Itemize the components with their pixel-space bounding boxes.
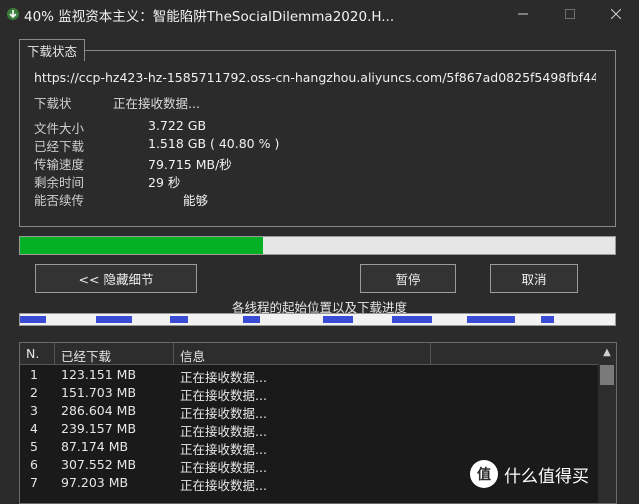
thread-number: 7 [30, 475, 38, 490]
column-header-downloaded[interactable]: 已经下载 [61, 346, 111, 365]
watermark: 值 什么值得买 [470, 460, 589, 488]
close-icon[interactable] [593, 0, 639, 28]
hide-details-button[interactable]: << 隐藏细节 [35, 264, 197, 293]
column-header-number[interactable]: N. [26, 346, 39, 361]
downloaded-label: 已经下载 [34, 139, 85, 154]
thread-segment [20, 316, 46, 323]
thread-downloaded: 286.604 MB [61, 403, 137, 418]
file-size-label: 文件大小 [34, 121, 85, 136]
scroll-up-arrow-icon[interactable]: ▲ [598, 343, 616, 361]
thread-segment [170, 316, 188, 323]
thread-segment [541, 316, 554, 323]
thread-number: 5 [30, 439, 38, 454]
pause-button[interactable]: 暂停 [360, 264, 456, 293]
column-divider[interactable] [54, 343, 55, 364]
thread-segment [467, 316, 515, 323]
cancel-button[interactable]: 取消 [490, 264, 578, 293]
thread-number: 2 [30, 385, 38, 400]
scroll-thumb[interactable] [600, 365, 614, 385]
thread-row[interactable]: 1 123.151 MB 正在接收数据... [20, 366, 598, 385]
thread-downloaded: 151.703 MB [61, 385, 137, 400]
download-progress-bar [19, 236, 616, 255]
thread-segment [323, 316, 353, 323]
progress-fill [20, 237, 263, 254]
status-value: 正在接收数据... [113, 96, 200, 111]
resume-label: 能否续传 [34, 193, 85, 208]
thread-row[interactable]: 3 286.604 MB 正在接收数据... [20, 402, 598, 421]
column-divider[interactable] [173, 343, 174, 364]
maximize-icon[interactable] [547, 0, 593, 28]
thread-number: 1 [30, 367, 38, 382]
thread-downloaded: 87.174 MB [61, 439, 129, 454]
thread-row[interactable]: 4 239.157 MB 正在接收数据... [20, 420, 598, 439]
vertical-scrollbar[interactable]: ▲ [598, 343, 616, 503]
thread-row[interactable]: 2 151.703 MB 正在接收数据... [20, 384, 598, 403]
thread-downloaded: 123.151 MB [61, 367, 137, 382]
speed-label: 传输速度 [34, 157, 85, 172]
downloaded-value: 1.518 GB ( 40.80 % ) [148, 136, 280, 151]
file-size-value: 3.722 GB [148, 118, 207, 133]
title-bar: 40% 监视资本主义：智能陷阱TheSocialDilemma2020.H... [0, 0, 639, 28]
thread-info: 正在接收数据... [180, 478, 267, 493]
thread-progress-map [19, 313, 616, 326]
download-url: https://ccp-hz423-hz-1585711792.oss-cn-h… [34, 70, 596, 85]
column-header-info[interactable]: 信息 [180, 346, 205, 365]
thread-segment [96, 316, 132, 323]
tab-download-status[interactable]: 下载状态 [19, 39, 85, 61]
thread-list-header: N. 已经下载 信息 [20, 343, 598, 365]
watermark-text: 什么值得买 [504, 466, 589, 487]
speed-value: 79.715 MB/秒 [148, 157, 232, 172]
window-title: 40% 监视资本主义：智能陷阱TheSocialDilemma2020.H... [24, 9, 395, 25]
thread-row[interactable]: 5 87.174 MB 正在接收数据... [20, 438, 598, 457]
watermark-logo: 值 [470, 460, 498, 488]
thread-number: 4 [30, 421, 38, 436]
thread-number: 6 [30, 457, 38, 472]
thread-segment [392, 316, 432, 323]
thread-downloaded: 307.552 MB [61, 457, 137, 472]
thread-downloaded: 97.203 MB [61, 475, 129, 490]
column-divider[interactable] [430, 343, 431, 364]
time-left-value: 29 秒 [148, 175, 181, 190]
minimize-icon[interactable] [500, 0, 546, 28]
status-label: 下载状 [34, 96, 72, 111]
download-app-icon [7, 8, 19, 20]
time-left-label: 剩余时间 [34, 175, 85, 190]
thread-downloaded: 239.157 MB [61, 421, 137, 436]
thread-segment [243, 316, 260, 323]
thread-number: 3 [30, 403, 38, 418]
resume-value: 能够 [183, 193, 209, 208]
